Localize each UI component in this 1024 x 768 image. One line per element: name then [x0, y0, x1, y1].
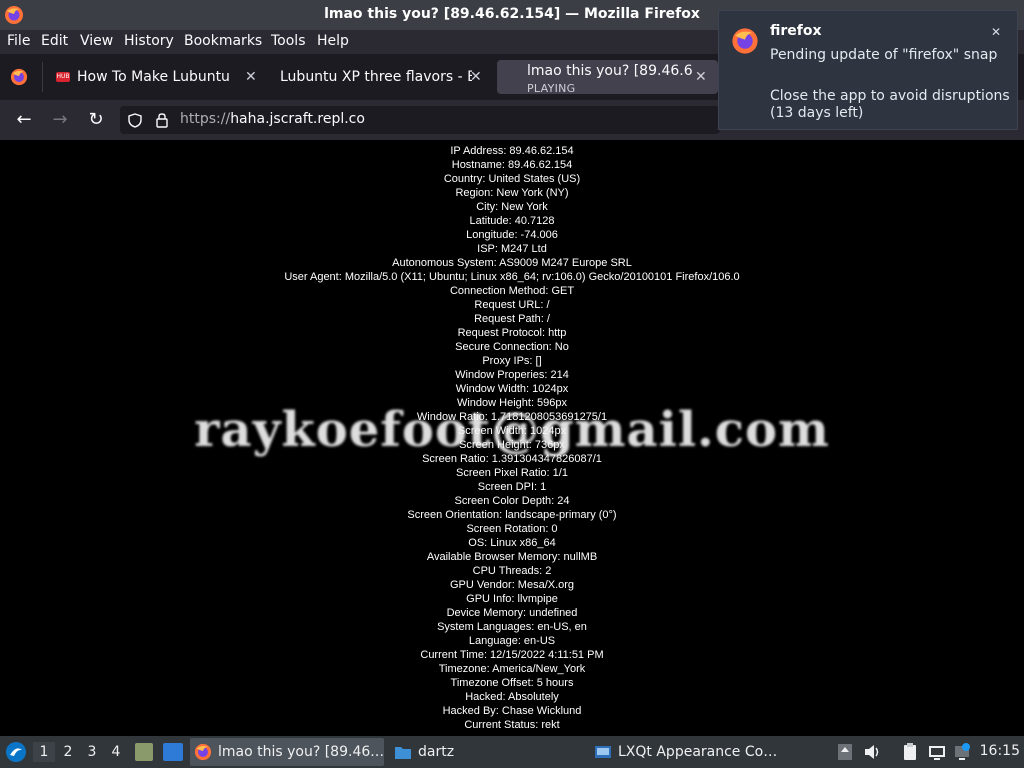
menu-help[interactable]: Help	[317, 33, 349, 49]
clipboard-icon[interactable]	[900, 742, 920, 762]
clock[interactable]: 16:15	[980, 743, 1020, 759]
info-line: City: New York	[476, 201, 548, 213]
info-line: Current Time: 12/15/2022 4:11:51 PM	[420, 649, 604, 661]
desktop-3-button[interactable]: 3	[81, 742, 103, 762]
start-menu-icon[interactable]	[5, 741, 27, 763]
network-icon[interactable]	[952, 742, 972, 762]
firefox-icon	[194, 743, 212, 761]
info-line: Hacked: Absolutely	[465, 691, 559, 703]
info-line: Proxy IPs: []	[482, 355, 542, 367]
info-line: Screen Pixel Ratio: 1/1	[456, 467, 568, 479]
task-lxqt-appearance[interactable]: LXQt Appearance Co…	[590, 738, 784, 766]
tab-label: How To Make Lubuntu Lo	[77, 69, 235, 85]
menu-tools[interactable]: Tools	[271, 33, 306, 49]
task-label: dartz	[418, 744, 455, 760]
tab-playing-indicator: PLAYING	[527, 82, 576, 95]
close-icon[interactable]: ✕	[470, 69, 482, 85]
info-line: Country: United States (US)	[443, 173, 581, 185]
tab-label: Lubuntu XP three flavors - E	[280, 69, 472, 85]
info-line: Request Protocol: http	[457, 327, 567, 339]
desktop-2-button[interactable]: 2	[57, 742, 79, 762]
notification-message: Pending update of "firefox" snap	[770, 47, 998, 63]
info-line: Current Status: rekt	[464, 719, 560, 731]
info-line: Device Memory: undefined	[446, 607, 578, 619]
firefox-icon	[732, 28, 758, 54]
notification-detail: Close the app to avoid disruptions (13 d…	[770, 88, 1010, 121]
folder-icon	[395, 747, 411, 759]
lock-icon[interactable]	[155, 112, 169, 128]
taskbar: 1 2 3 4 lmao this you? [89.46.… dartz LX…	[0, 736, 1024, 768]
email-watermark: raykoefoot@gmail.com	[194, 402, 830, 458]
info-line: CPU Threads: 2	[472, 565, 552, 577]
back-icon[interactable]: ←	[12, 108, 36, 132]
monitor-icon[interactable]	[927, 742, 947, 762]
tab-label: lmao this you? [89.46.62	[527, 63, 693, 79]
info-line: IP Address: 89.46.62.154	[450, 145, 574, 157]
close-icon[interactable]: ✕	[245, 69, 257, 85]
task-label: LXQt Appearance Co…	[618, 744, 778, 760]
menu-view[interactable]: View	[80, 33, 113, 49]
url-bar[interactable]: https://haha.jscraft.repl.co	[120, 106, 720, 134]
menu-bookmarks[interactable]: Bookmarks	[184, 33, 262, 49]
info-line: GPU Info: llvmpipe	[466, 593, 558, 605]
info-line: Timezone: America/New_York	[438, 663, 586, 675]
forward-icon[interactable]: →	[48, 108, 72, 132]
info-line: Region: New York (NY)	[455, 187, 569, 199]
task-label: lmao this you? [89.46.…	[218, 744, 384, 760]
appearance-settings-icon	[595, 746, 611, 758]
scroll-indicator-icon[interactable]	[835, 742, 855, 762]
info-line: Secure Connection: No	[455, 341, 569, 353]
notification-app-name: firefox	[770, 23, 822, 39]
desktop-1-button[interactable]: 1	[33, 742, 55, 762]
desktop-4-button[interactable]: 4	[105, 742, 127, 762]
info-line: Connection Method: GET	[449, 285, 575, 297]
file-manager-launcher-icon[interactable]	[135, 743, 153, 761]
shield-icon[interactable]	[128, 113, 142, 128]
task-dartz[interactable]: dartz	[390, 738, 584, 766]
info-line: Window Width: 1024px	[455, 383, 569, 395]
reload-icon[interactable]: ↻	[84, 108, 108, 132]
info-line: Latitude: 40.7128	[469, 215, 555, 227]
page-content: IP Address: 89.46.62.154 Hostname: 89.46.…	[0, 140, 1024, 736]
url-text[interactable]: https://haha.jscraft.repl.co	[180, 111, 365, 127]
firefox-view-icon[interactable]	[10, 68, 28, 86]
tab-lmao-active[interactable]: lmao this you? [89.46.62 PLAYING ✕	[497, 60, 718, 95]
info-line: Request Path: /	[474, 313, 550, 325]
info-line: Screen Color Depth: 24	[454, 495, 570, 507]
volume-icon[interactable]	[862, 742, 882, 762]
show-desktop-icon[interactable]	[163, 743, 183, 761]
info-line: Available Browser Memory: nullMB	[426, 551, 598, 563]
info-line: Language: en-US	[468, 635, 556, 647]
tab-lubuntu-xp[interactable]: Lubuntu XP three flavors - E ✕	[270, 60, 490, 94]
info-line: Screen Orientation: landscape-primary (0…	[407, 509, 617, 521]
info-line: Longitude: -74.006	[466, 229, 558, 241]
task-firefox[interactable]: lmao this you? [89.46.…	[190, 738, 384, 766]
info-line: Timezone Offset: 5 hours	[450, 677, 574, 689]
menu-file[interactable]: File	[7, 33, 30, 49]
info-line: System Languages: en-US, en	[437, 621, 587, 633]
info-line: OS: Linux x86_64	[468, 537, 556, 549]
info-line: User Agent: Mozilla/5.0 (X11; Ubuntu; Li…	[284, 271, 740, 283]
info-line: Autonomous System: AS9009 M247 Europe SR…	[392, 257, 632, 269]
notification-popup[interactable]: firefox ✕ Pending update of "firefox" sn…	[718, 10, 1018, 130]
close-icon[interactable]: ✕	[991, 25, 1001, 39]
close-icon[interactable]: ✕	[695, 69, 707, 85]
info-line: Window Properies: 214	[455, 369, 569, 381]
hub-favicon-icon: HUB	[56, 72, 70, 82]
menu-edit[interactable]: Edit	[41, 33, 68, 49]
info-line: Hostname: 89.46.62.154	[451, 159, 573, 171]
info-line: ISP: M247 Ltd	[477, 243, 547, 255]
info-line: Screen Rotation: 0	[466, 523, 558, 535]
tab-lubuntu-look[interactable]: HUB How To Make Lubuntu Lo ✕	[50, 60, 264, 94]
info-line: Screen DPI: 1	[477, 481, 547, 493]
menu-history[interactable]: History	[124, 33, 174, 49]
info-line: GPU Vendor: Mesa/X.org	[449, 579, 575, 591]
info-line: Hacked By: Chase Wicklund	[442, 705, 582, 717]
info-line: Request URL: /	[474, 299, 550, 311]
